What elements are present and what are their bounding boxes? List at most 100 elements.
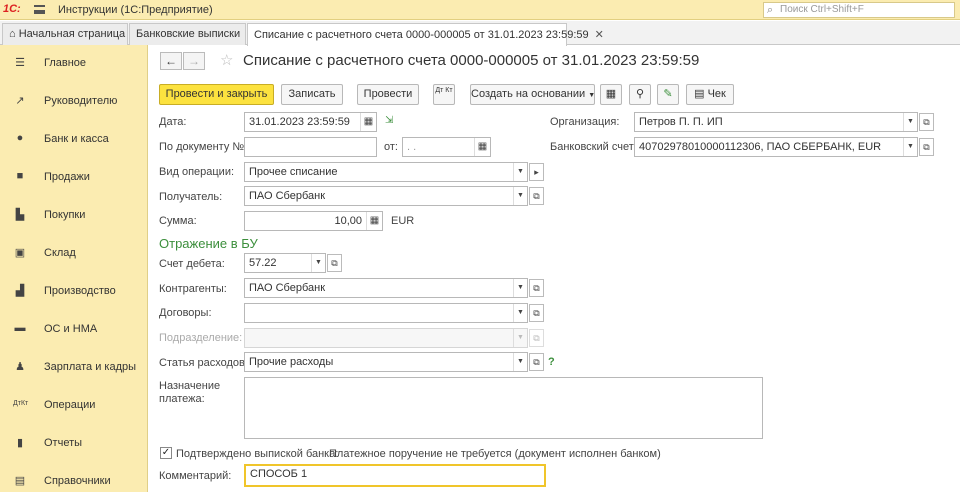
favorite-star-icon[interactable]: ☆ <box>220 51 233 69</box>
dropdown-arrow-icon[interactable]: ▼ <box>513 163 527 181</box>
attachment-icon[interactable]: ⚲ <box>629 84 651 105</box>
dt-kt-icon: ДтКт <box>13 400 29 407</box>
sidebar-item-label: Главное <box>44 57 87 69</box>
sidebar-item-warehouse[interactable]: ▣ Склад <box>0 235 148 273</box>
sidebar-item-main[interactable]: ☰ Главное <box>0 45 148 83</box>
sidebar-item-manager[interactable]: ↗ Руководителю <box>0 83 148 121</box>
sidebar-item-label: Покупки <box>44 209 86 221</box>
app-header: 1С: Инструкции (1С:Предприятие) ⌕ Поиск … <box>0 0 960 20</box>
from-date-label: от: <box>384 141 398 153</box>
sidebar-item-production[interactable]: ▟ Производство <box>0 273 148 311</box>
search-placeholder: Поиск Ctrl+Shift+F <box>780 4 864 15</box>
organization-value: Петров П. П. ИП <box>639 116 723 128</box>
payment-purpose-textarea[interactable] <box>244 377 763 439</box>
recipient-label: Получатель: <box>159 191 223 203</box>
sidebar-item-purchases[interactable]: ▙ Покупки <box>0 197 148 235</box>
confirmed-label: Подтверждено выпиской банка: <box>176 448 339 460</box>
sidebar-item-reports[interactable]: ▮ Отчеты <box>0 425 148 463</box>
tab-bank-statements[interactable]: Банковские выписки <box>129 23 246 45</box>
section-panel: ☰ Главное ↗ Руководителю ● Банк и касса ■ Пр… <box>0 45 148 492</box>
sum-field[interactable]: 10,00 ▦ <box>244 211 383 231</box>
help-icon[interactable]: ? <box>548 356 555 368</box>
open-bank-account-icon[interactable]: ⧉ <box>919 138 934 156</box>
receipt-button[interactable]: ▤ Чек <box>686 84 734 105</box>
sidebar-item-label: ОС и НМА <box>44 323 98 335</box>
document-form: ← → ☆ Списание с расчетного счета 0000-0… <box>149 45 960 492</box>
dt-kt-button[interactable]: Дт Кт <box>433 84 455 105</box>
comment-label: Комментарий: <box>159 470 232 482</box>
open-debit-account-icon[interactable]: ⧉ <box>327 254 342 272</box>
create-based-on-label: Создать на основании <box>471 88 586 100</box>
payment-note: Платежное поручение не требуется (докуме… <box>329 448 661 460</box>
dropdown-arrow-icon[interactable]: ▼ <box>513 353 527 371</box>
date-label: Дата: <box>159 116 187 128</box>
back-button[interactable]: ← <box>160 52 182 70</box>
edit-pen-icon[interactable]: ✎ <box>657 84 679 105</box>
operation-type-label: Вид операции: <box>159 166 235 178</box>
sidebar-item-assets[interactable]: ▬ ОС и НМА <box>0 311 148 349</box>
sidebar-item-catalogs[interactable]: ▤ Справочники <box>0 463 148 501</box>
tab-bank-label: Банковские выписки <box>136 28 241 40</box>
open-expense-item-icon[interactable]: ⧉ <box>529 353 544 371</box>
app-title: Инструкции (1С:Предприятие) <box>58 4 213 16</box>
sidebar-item-operations[interactable]: ДтКт Операции <box>0 387 148 425</box>
open-organization-icon[interactable]: ⧉ <box>919 113 934 131</box>
forward-button[interactable]: → <box>183 52 205 70</box>
from-date-field[interactable]: . . ▦ <box>402 137 491 157</box>
open-contracts-icon[interactable]: ⧉ <box>529 304 544 322</box>
from-date-value: . . <box>407 141 417 153</box>
open-contractors-icon[interactable]: ⧉ <box>529 279 544 297</box>
dropdown-arrow-icon: ▼ <box>513 329 527 347</box>
calendar-icon[interactable]: ▦ <box>474 138 490 156</box>
main-menu-icon[interactable] <box>34 5 45 14</box>
sidebar-item-bank[interactable]: ● Банк и касса <box>0 121 148 159</box>
calculator-icon[interactable]: ▦ <box>366 212 382 230</box>
sidebar-item-salary[interactable]: ♟ Зарплата и кадры <box>0 349 148 387</box>
debit-account-field[interactable]: 57.22 ▼ <box>244 253 326 273</box>
bank-account-field[interactable]: 40702978010000112306, ПАО СБЕРБАНК, EUR ▼ <box>634 137 918 157</box>
expense-item-field[interactable]: Прочие расходы ▼ <box>244 352 528 372</box>
tab-document[interactable]: Списание с расчетного счета 0000-000005 … <box>247 23 604 46</box>
global-search-input[interactable]: ⌕ Поиск Ctrl+Shift+F <box>763 2 955 18</box>
sidebar-item-label: Зарплата и кадры <box>44 361 137 373</box>
dropdown-arrow-icon[interactable]: ▼ <box>311 254 325 272</box>
document-number-field[interactable] <box>244 137 377 157</box>
dropdown-arrow-icon[interactable]: ▼ <box>513 279 527 297</box>
post-button[interactable]: Провести <box>357 84 419 105</box>
operation-type-field[interactable]: Прочее списание ▼ <box>244 162 528 182</box>
dropdown-arrow-icon[interactable]: ▼ <box>903 138 917 156</box>
printer-icon: ▤ <box>694 88 705 100</box>
receipt-label: Чек <box>707 88 726 100</box>
calendar-icon[interactable]: ▦ <box>360 113 376 131</box>
recipient-field[interactable]: ПАО Сбербанк ▼ <box>244 186 528 206</box>
expense-item-label: Статья расходов: <box>159 357 248 369</box>
time-icon[interactable]: ⇲ <box>385 115 393 126</box>
dropdown-arrow-icon[interactable]: ▼ <box>903 113 917 131</box>
create-based-on-button[interactable]: Создать на основании ▼ <box>470 84 595 105</box>
contracts-field[interactable]: ▼ <box>244 303 528 323</box>
tab-home[interactable]: ⌂ Начальная страница <box>2 23 128 45</box>
post-and-close-button[interactable]: Провести и закрыть <box>159 84 274 105</box>
sum-value: 10,00 <box>334 215 362 227</box>
dropdown-arrow-icon[interactable]: ▼ <box>513 187 527 205</box>
contracts-label: Договоры: <box>159 307 212 319</box>
search-icon: ⌕ <box>767 4 774 16</box>
date-field[interactable]: 31.01.2023 23:59:59 ▦ <box>244 112 377 132</box>
save-button[interactable]: Записать <box>281 84 343 105</box>
tab-document-label: Списание с расчетного счета 0000-000005 … <box>254 29 589 41</box>
dropdown-arrow-icon[interactable]: ▼ <box>513 304 527 322</box>
close-icon[interactable]: ✕ <box>595 29 604 41</box>
confirmed-checkbox[interactable]: ✓ <box>160 447 172 459</box>
operation-type-select-icon[interactable]: ▸ <box>529 163 544 181</box>
sidebar-item-sales[interactable]: ■ Продажи <box>0 159 148 197</box>
organization-field[interactable]: Петров П. П. ИП ▼ <box>634 112 918 132</box>
contractors-label: Контрагенты: <box>159 283 227 295</box>
comment-field[interactable]: СПОСОБ 1 <box>244 464 546 487</box>
sidebar-item-label: Операции <box>44 399 96 411</box>
print-icon[interactable]: ▦ <box>600 84 622 105</box>
sidebar-item-label: Продажи <box>44 171 90 183</box>
document-number-label: По документу №: <box>159 141 248 153</box>
contractors-field[interactable]: ПАО Сбербанк ▼ <box>244 278 528 298</box>
factory-icon: ▟ <box>15 285 25 297</box>
open-recipient-icon[interactable]: ⧉ <box>529 187 544 205</box>
